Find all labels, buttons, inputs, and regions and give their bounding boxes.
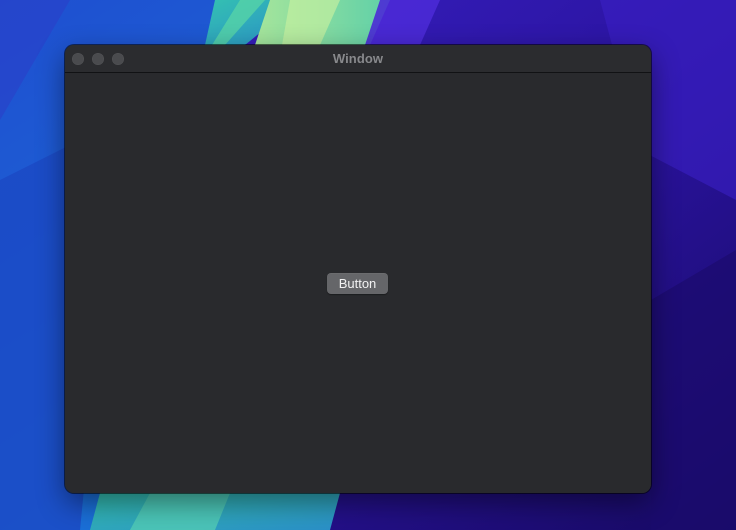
window-titlebar[interactable]: Window: [65, 45, 651, 73]
app-window: Window Button: [65, 45, 651, 493]
window-title: Window: [332, 51, 384, 66]
push-button[interactable]: Button: [327, 273, 388, 294]
window-content: Button: [65, 73, 651, 493]
